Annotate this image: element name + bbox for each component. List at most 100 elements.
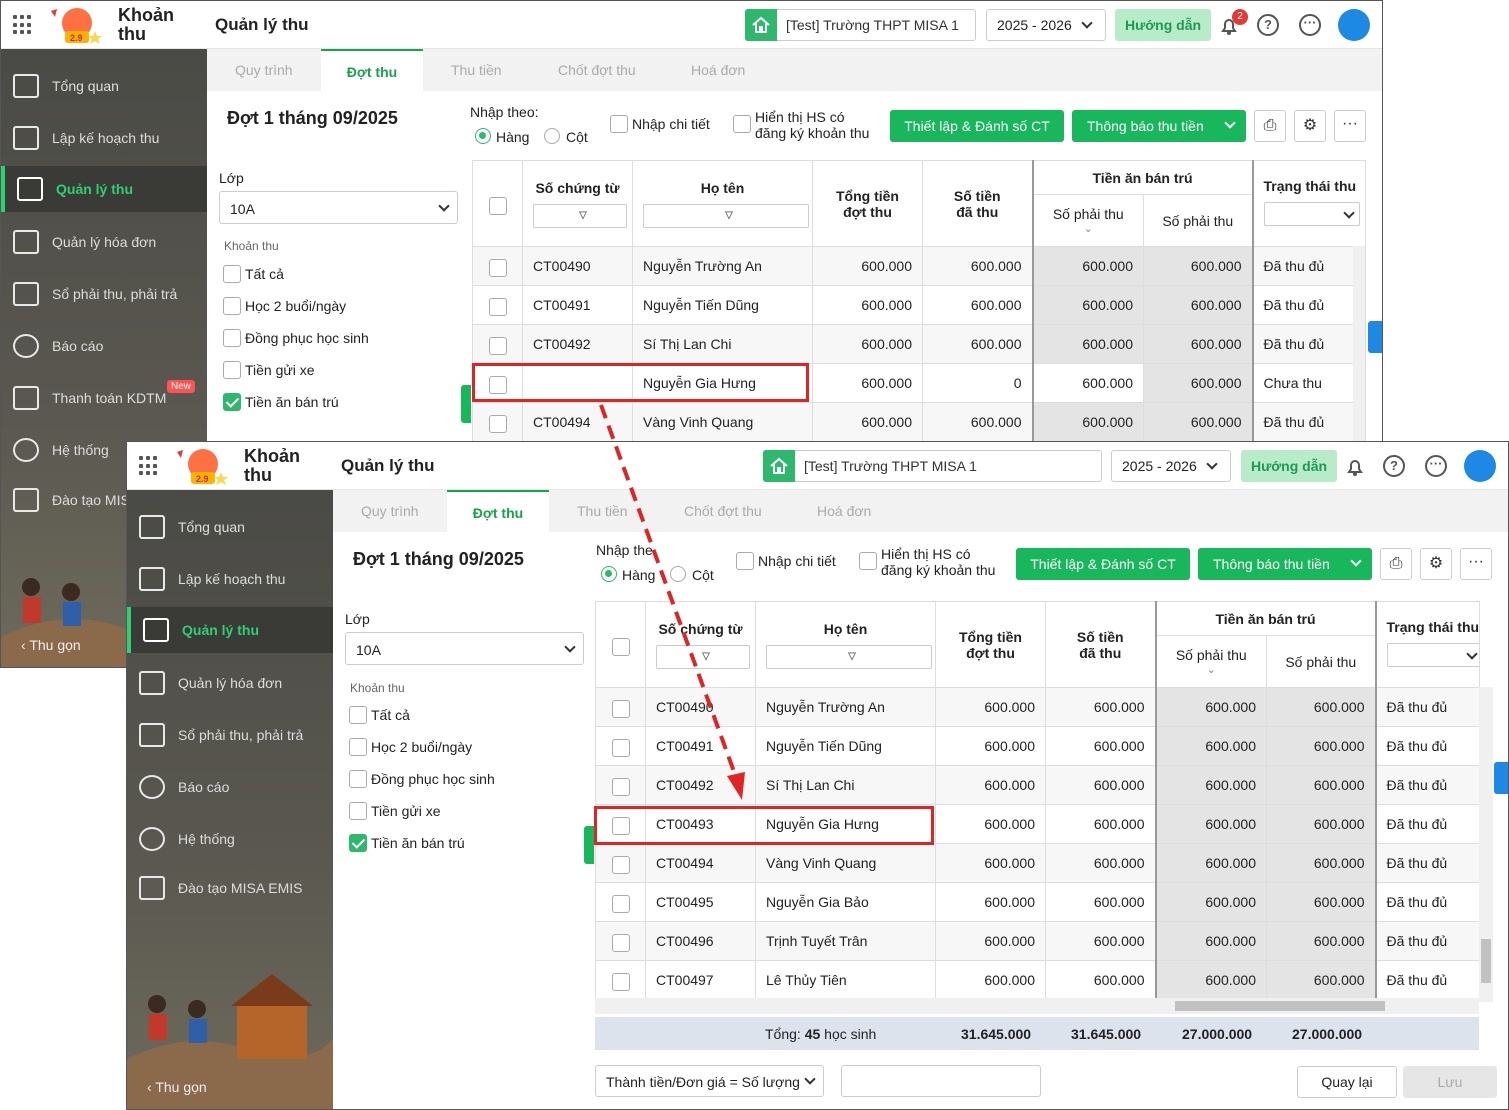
collapse-button[interactable]: ‹ Thu gọn <box>147 1079 207 1095</box>
class-select[interactable]: 10A <box>219 191 458 224</box>
cell-paid[interactable]: 600.000 <box>1045 960 1156 1000</box>
chevron-down-icon[interactable] <box>1350 555 1362 567</box>
select-all-checkbox[interactable] <box>488 197 507 215</box>
more-actions-icon[interactable]: ··· <box>1334 110 1366 142</box>
row-checkbox[interactable] <box>611 972 630 991</box>
fee-checkbox-uniform[interactable] <box>223 329 241 347</box>
row-checkbox[interactable] <box>611 699 630 718</box>
radio-column[interactable] <box>544 128 560 144</box>
cell-paid[interactable]: 600.000 <box>1045 765 1156 805</box>
row-checkbox[interactable] <box>488 258 507 277</box>
sidebar-item-training[interactable]: Đào tạo MISA EMIS <box>127 865 333 911</box>
row-select[interactable] <box>595 843 646 883</box>
table-row[interactable]: CT00490 Nguyễn Trường An 600.000 600.000 600… <box>595 687 1480 727</box>
table-row[interactable]: CT00492 Sí Thị Lan Chi 600.000 600.000 600.0… <box>472 324 1366 364</box>
table-row[interactable]: CT00491 Nguyễn Tiến Dũng 600.000 600.000 600… <box>595 726 1480 766</box>
avatar[interactable] <box>1464 450 1496 482</box>
cell-paid[interactable]: 600.000 <box>1045 921 1156 961</box>
radio-row[interactable] <box>601 566 617 582</box>
cell-paid[interactable]: 600.000 <box>922 246 1033 286</box>
row-checkbox[interactable] <box>611 777 630 796</box>
sidebar-item-plan[interactable]: Lập kế hoạch thu <box>127 556 333 602</box>
sidebar-item-report[interactable]: Báo cáo <box>1 323 207 369</box>
row-select[interactable] <box>595 765 646 805</box>
table-row[interactable]: CT00495 Nguyễn Gia Bảo 600.000 600.000 600.0… <box>595 882 1480 922</box>
voucher-filter[interactable]: ▽ <box>656 644 750 669</box>
more-actions-icon[interactable]: ··· <box>1460 548 1492 580</box>
row-checkbox[interactable] <box>611 894 630 913</box>
radio-column[interactable] <box>670 566 686 582</box>
row-select[interactable] <box>595 882 646 922</box>
cell-paid[interactable]: 600.000 <box>1045 726 1156 766</box>
fee-checkbox-2sessions[interactable] <box>349 738 367 756</box>
row-select[interactable] <box>472 246 523 286</box>
avatar[interactable] <box>1338 9 1370 41</box>
row-checkbox[interactable] <box>488 414 507 433</box>
tab-invoice[interactable]: Hoá đơn <box>691 49 745 91</box>
sidebar-item-plan[interactable]: Lập kế hoạch thu <box>1 115 207 161</box>
school-selector[interactable]: [Test] Trường THPT MISA 1 <box>763 450 1102 482</box>
fee-checkbox-2sessions[interactable] <box>223 297 241 315</box>
formula-select[interactable]: Thành tiền/Đơn giá = Số lượng <box>595 1065 824 1097</box>
name-filter[interactable]: ▽ <box>643 203 809 228</box>
help-icon[interactable]: ? <box>1257 14 1279 36</box>
sidebar-item-collection[interactable]: Quản lý thu <box>127 607 333 653</box>
class-select[interactable]: 10A <box>345 632 584 665</box>
sidebar-item-invoice[interactable]: Quản lý hóa đơn <box>127 660 333 706</box>
chevron-down-icon[interactable] <box>1224 117 1236 129</box>
voucher-filter[interactable]: ▽ <box>533 203 627 228</box>
settings-gear-icon[interactable]: ⚙ <box>1420 548 1452 580</box>
row-select[interactable] <box>472 285 523 325</box>
sidebar-item-system[interactable]: Hệ thống <box>127 816 333 862</box>
vertical-scrollbar[interactable] <box>1353 246 1365 446</box>
sidebar-item-overview[interactable]: Tổng quan <box>1 63 207 109</box>
row-select[interactable] <box>595 687 646 727</box>
cell-paid[interactable]: 600.000 <box>1045 843 1156 883</box>
radio-row[interactable] <box>475 128 491 144</box>
guide-button[interactable]: Hướng dẫn <box>1115 9 1211 41</box>
row-checkbox[interactable] <box>488 297 507 316</box>
setup-button[interactable]: Thiết lập & Đánh số CT <box>890 110 1064 142</box>
row-checkbox[interactable] <box>611 933 630 952</box>
cell-paid[interactable]: 600.000 <box>922 324 1033 364</box>
apps-grid-icon[interactable] <box>139 456 159 476</box>
row-checkbox[interactable] <box>611 738 630 757</box>
detail-checkbox[interactable] <box>736 552 754 570</box>
apps-grid-icon[interactable] <box>13 15 33 35</box>
vertical-scrollbar[interactable] <box>1479 687 1493 1002</box>
notify-button[interactable]: Thông báo thu tiền <box>1198 548 1372 580</box>
more-icon[interactable]: ··· <box>1299 14 1321 36</box>
cell-paid[interactable]: 600.000 <box>922 285 1033 325</box>
show-registered-checkbox[interactable] <box>733 115 751 133</box>
year-selector[interactable]: 2025 - 2026 <box>1111 450 1231 482</box>
school-selector[interactable]: [Test] Trường THPT MISA 1 <box>745 9 976 41</box>
cell-paid[interactable]: 600.000 <box>1045 687 1156 727</box>
row-select[interactable] <box>595 960 646 1000</box>
tab-close-batch[interactable]: Chốt đợt thu <box>684 490 762 532</box>
table-row[interactable]: CT00492 Sí Thị Lan Chi 600.000 600.000 600.0… <box>595 765 1480 805</box>
fee-checkbox-all[interactable] <box>349 706 367 724</box>
row-checkbox[interactable] <box>611 855 630 874</box>
cell-paid[interactable]: 0 <box>922 363 1033 403</box>
row-select[interactable] <box>472 402 523 442</box>
status-filter[interactable] <box>1386 643 1479 667</box>
notify-button[interactable]: Thông báo thu tiền <box>1072 110 1246 142</box>
more-icon[interactable]: ··· <box>1425 455 1447 477</box>
table-row[interactable]: CT00491 Nguyễn Tiến Dũng 600.000 600.000 600… <box>472 285 1366 325</box>
tab-batch[interactable]: Đợt thu <box>321 49 423 91</box>
formula-input[interactable] <box>841 1065 1041 1097</box>
select-all-checkbox[interactable] <box>611 638 630 656</box>
cell-paid[interactable]: 600.000 <box>1045 882 1156 922</box>
sidebar-item-collection[interactable]: Quản lý thu <box>1 166 207 212</box>
cell-paid[interactable]: 600.000 <box>1045 804 1156 844</box>
tab-batch[interactable]: Đợt thu <box>447 490 549 532</box>
tab-collect[interactable]: Thu tiền <box>577 490 628 532</box>
name-filter[interactable]: ▽ <box>766 644 932 669</box>
show-registered-checkbox[interactable] <box>859 552 877 570</box>
left-panel-toggle[interactable] <box>461 385 471 423</box>
sidebar-item-invoice[interactable]: Quản lý hóa đơn <box>1 219 207 265</box>
tab-collect[interactable]: Thu tiền <box>451 49 502 91</box>
detail-checkbox[interactable] <box>610 115 628 133</box>
back-button[interactable]: Quay lại <box>1297 1066 1397 1098</box>
fee-checkbox-meal[interactable] <box>349 834 367 852</box>
